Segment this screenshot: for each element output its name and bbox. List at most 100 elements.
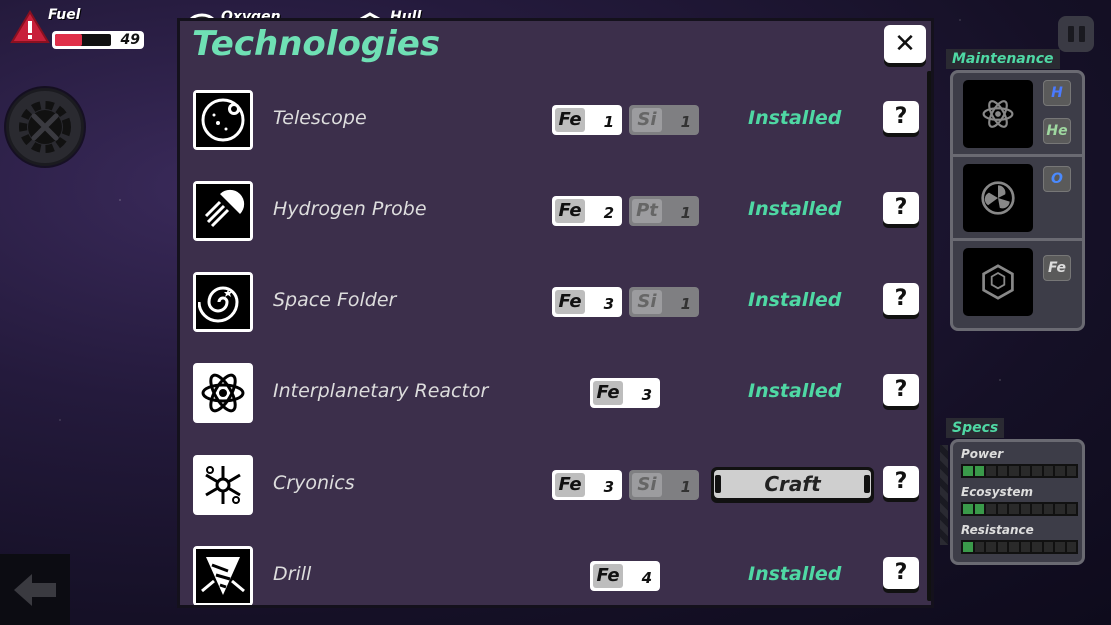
resource-symbol: Si xyxy=(632,290,662,314)
close-button[interactable]: ✕ xyxy=(884,25,926,63)
fuel-label: Fuel xyxy=(48,7,81,23)
spec-segment xyxy=(1055,466,1065,476)
resource-qty: 1 xyxy=(680,113,691,131)
resource-symbol: Fe xyxy=(555,290,585,314)
element-he: He xyxy=(1043,118,1071,144)
tech-name: Cryonics xyxy=(273,472,355,494)
fuel-bar: 49 xyxy=(52,31,144,49)
pause-icon xyxy=(1067,26,1074,42)
element-fe: Fe xyxy=(1043,255,1071,281)
resource-chip-fe: Fe 3 xyxy=(552,470,622,500)
pause-icon-bar xyxy=(1078,26,1085,42)
resource-chip-pt: Pt 1 xyxy=(629,196,699,226)
resource-qty: 1 xyxy=(603,113,614,131)
resource-chip-fe: Fe 2 xyxy=(552,196,622,226)
tech-row-interplanetary-reactor: Interplanetary Reactor Fe 3 Installed ? xyxy=(180,361,925,425)
tech-name: Space Folder xyxy=(273,289,397,311)
reactor-icon xyxy=(963,80,1033,148)
tech-row-hydrogen-probe: Hydrogen Probe Fe 2 Pt 1 Installed ? xyxy=(180,179,925,243)
spec-label-ecosystem: Ecosystem xyxy=(961,485,1034,499)
spec-segment xyxy=(1032,542,1042,552)
status-installed: Installed xyxy=(748,380,842,402)
spec-segment xyxy=(1066,504,1076,514)
specs-panel: Power Ecosystem Resistance xyxy=(950,439,1085,565)
pause-button[interactable] xyxy=(1058,16,1094,52)
help-button[interactable]: ? xyxy=(883,466,919,498)
spec-segment xyxy=(997,504,1007,514)
resource-qty: 2 xyxy=(603,204,614,222)
tech-name: Hydrogen Probe xyxy=(273,198,427,220)
spec-segment xyxy=(1043,466,1053,476)
resource-chip-si: Si 1 xyxy=(629,470,699,500)
hydrogen-probe-icon xyxy=(193,181,253,241)
maintenance-tab: Maintenance xyxy=(946,49,1060,69)
spec-segment xyxy=(1032,466,1042,476)
maintenance-slot[interactable]: O xyxy=(953,157,1082,241)
craft-label: Craft xyxy=(714,470,871,498)
spec-segment xyxy=(963,504,973,514)
tech-row-drill: Drill Fe 4 Installed ? xyxy=(180,544,925,605)
tech-name: Drill xyxy=(273,563,312,585)
reactor-icon xyxy=(193,363,253,423)
resource-symbol: Si xyxy=(632,473,662,497)
resource-chip-fe: Fe 3 xyxy=(590,378,660,408)
drill-icon xyxy=(193,546,253,605)
spec-bar-resistance xyxy=(961,540,1078,554)
tools-button[interactable] xyxy=(6,88,84,166)
resource-chip-si: Si 1 xyxy=(629,105,699,135)
spec-segment xyxy=(963,466,973,476)
scrollbar[interactable] xyxy=(927,71,931,601)
resource-qty: 4 xyxy=(641,569,652,587)
gear-tools-icon xyxy=(19,101,71,153)
resource-symbol: Fe xyxy=(555,473,585,497)
status-installed: Installed xyxy=(748,563,842,585)
spec-segment xyxy=(1066,542,1076,552)
resource-chip-fe: Fe 4 xyxy=(590,561,660,591)
resource-symbol: Fe xyxy=(555,108,585,132)
resource-qty: 3 xyxy=(603,295,614,313)
resource-qty: 3 xyxy=(641,386,652,404)
help-button[interactable]: ? xyxy=(883,192,919,224)
cryonics-icon xyxy=(193,455,253,515)
help-button[interactable]: ? xyxy=(883,101,919,133)
resource-qty: 1 xyxy=(680,204,691,222)
help-button[interactable]: ? xyxy=(883,374,919,406)
spec-segment xyxy=(997,466,1007,476)
element-h: H xyxy=(1043,80,1071,106)
specs-tab: Specs xyxy=(946,418,1005,438)
spec-segment xyxy=(986,504,996,514)
status-installed: Installed xyxy=(748,289,842,311)
help-button[interactable]: ? xyxy=(883,557,919,589)
resource-chip-fe: Fe 1 xyxy=(552,105,622,135)
fan-icon xyxy=(963,164,1033,232)
spec-segment xyxy=(1055,504,1065,514)
maintenance-panel: H He O Fe xyxy=(950,70,1085,331)
spec-bar-ecosystem xyxy=(961,502,1078,516)
maintenance-slot[interactable]: H He xyxy=(953,73,1082,157)
fuel-fill xyxy=(55,34,83,46)
warning-icon xyxy=(10,10,50,48)
maintenance-slot[interactable]: Fe xyxy=(953,241,1082,325)
craft-button[interactable]: Craft xyxy=(711,467,874,503)
panel-title: Technologies xyxy=(192,24,441,64)
spec-segment xyxy=(997,542,1007,552)
spec-segment xyxy=(1043,504,1053,514)
spec-segment xyxy=(1009,466,1019,476)
spec-segment xyxy=(1009,542,1019,552)
technologies-panel: Technologies ✕ Telescope Fe 1 Si 1 Install… xyxy=(177,18,934,608)
tech-row-cryonics: Cryonics Fe 3 Si 1 Craft ? xyxy=(180,453,925,517)
tech-row-space-folder: Space Folder Fe 3 Si 1 Installed ? xyxy=(180,270,925,334)
status-installed: Installed xyxy=(748,107,842,129)
fuel-value: 49 xyxy=(120,32,140,48)
help-button[interactable]: ? xyxy=(883,283,919,315)
resource-symbol: Fe xyxy=(555,199,585,223)
spec-segment xyxy=(1020,504,1030,514)
spec-segment xyxy=(986,466,996,476)
resource-qty: 1 xyxy=(680,478,691,496)
spec-segment xyxy=(963,542,973,552)
resource-qty: 3 xyxy=(603,478,614,496)
space-folder-icon xyxy=(193,272,253,332)
tech-name: Interplanetary Reactor xyxy=(273,380,489,402)
back-button[interactable] xyxy=(0,554,70,625)
spec-segment xyxy=(1055,542,1065,552)
